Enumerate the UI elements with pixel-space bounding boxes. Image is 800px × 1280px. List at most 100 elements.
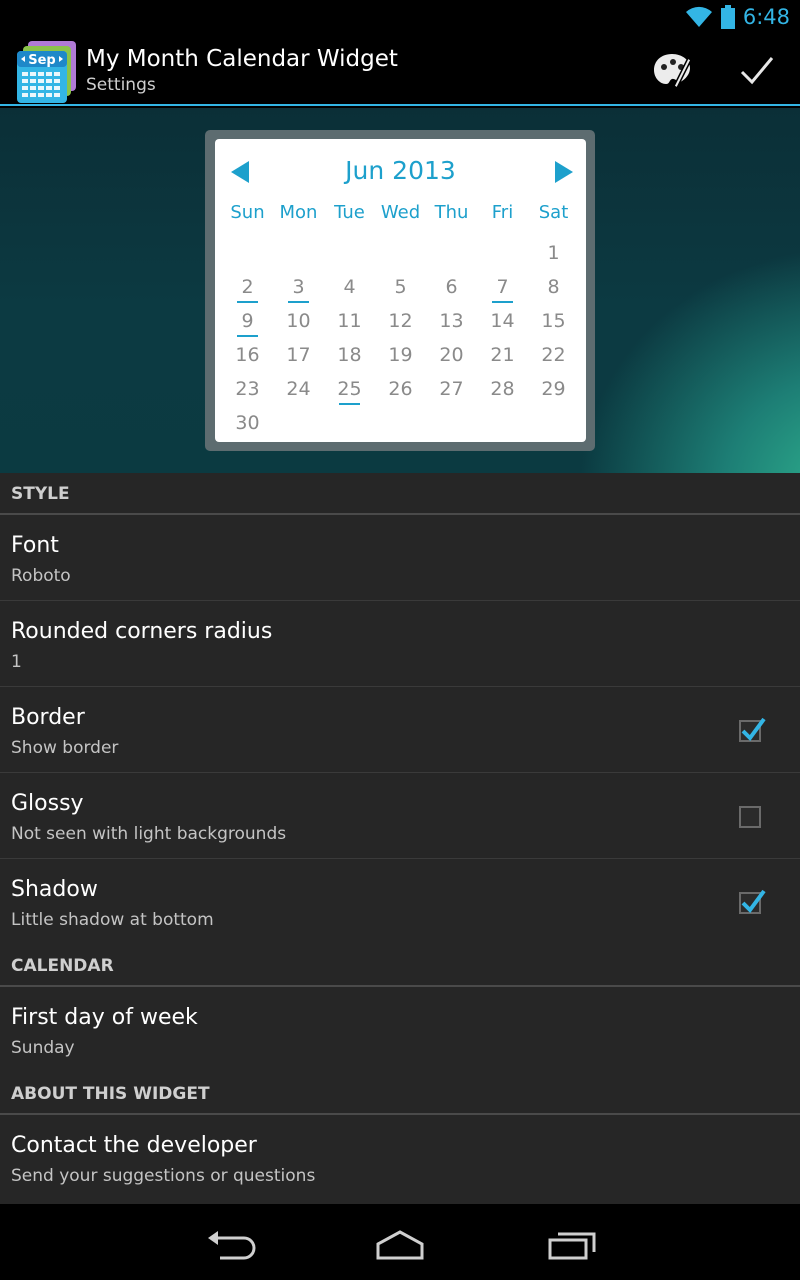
navigation-bar bbox=[0, 1204, 800, 1280]
day-number: 5 bbox=[394, 276, 407, 298]
pref-summary: Send your suggestions or questions bbox=[11, 1166, 316, 1186]
app-calendar-icon[interactable]: Sep bbox=[14, 38, 80, 104]
weekday-label: Wed bbox=[380, 202, 421, 223]
pref-title: First day of week bbox=[11, 1005, 198, 1030]
status-time: 6:48 bbox=[742, 5, 790, 29]
theme-icon[interactable] bbox=[648, 48, 696, 94]
calendar-day: 30 bbox=[222, 406, 273, 440]
calendar-day: 27 bbox=[426, 372, 477, 406]
section-header-style: STYLE bbox=[0, 473, 800, 515]
wifi-icon bbox=[685, 6, 712, 27]
calendar-day: 22 bbox=[528, 338, 579, 372]
weekday-label: Sat bbox=[538, 202, 569, 223]
calendar-day: 6 bbox=[426, 270, 477, 304]
calendar-empty-cell bbox=[375, 236, 426, 270]
section-header-calendar: CALENDAR bbox=[0, 945, 800, 987]
pref-font[interactable]: Font Roboto bbox=[0, 515, 800, 601]
next-month-icon[interactable] bbox=[553, 161, 573, 183]
calendar-day: 23 bbox=[222, 372, 273, 406]
calendar-day: 1 bbox=[528, 236, 579, 270]
calendar-day: 3 bbox=[273, 270, 324, 304]
pref-title: Contact the developer bbox=[11, 1133, 257, 1158]
app-subtitle: Settings bbox=[86, 75, 156, 95]
calendar-day: 9 bbox=[222, 304, 273, 338]
settings-list: STYLE Font Roboto Rounded corners radius… bbox=[0, 473, 800, 1204]
calendar-day: 25 bbox=[324, 372, 375, 406]
day-number: 13 bbox=[439, 310, 464, 332]
calendar-day: 19 bbox=[375, 338, 426, 372]
calendar-empty-cell bbox=[273, 406, 324, 440]
calendar-day: 17 bbox=[273, 338, 324, 372]
app-icon-label: Sep bbox=[28, 53, 56, 68]
calendar-day: 5 bbox=[375, 270, 426, 304]
pref-summary: Sunday bbox=[11, 1038, 75, 1058]
day-number: 10 bbox=[286, 310, 311, 332]
back-icon[interactable] bbox=[200, 1226, 260, 1262]
day-number: 16 bbox=[235, 344, 260, 366]
calendar-day: 15 bbox=[528, 304, 579, 338]
checkmark-icon bbox=[741, 717, 766, 742]
checkmark-icon bbox=[741, 889, 766, 914]
pref-glossy[interactable]: Glossy Not seen with light backgrounds bbox=[0, 773, 800, 859]
day-number: 17 bbox=[286, 344, 311, 366]
event-indicator bbox=[492, 301, 513, 303]
pref-shadow[interactable]: Shadow Little shadow at bottom bbox=[0, 859, 800, 945]
calendar-empty-cell bbox=[324, 406, 375, 440]
day-number: 2 bbox=[241, 276, 254, 298]
status-bar: 6:48 bbox=[0, 0, 800, 34]
weekday-label: Thu bbox=[434, 202, 469, 223]
calendar-day: 2 bbox=[222, 270, 273, 304]
pref-summary: 1 bbox=[11, 652, 22, 672]
widget-preview: Jun 2013 Sun Mon Tue Wed Thu Fri Sat 123… bbox=[0, 108, 800, 473]
pref-title: Rounded corners radius bbox=[11, 619, 273, 644]
day-number: 23 bbox=[235, 378, 260, 400]
day-number: 11 bbox=[337, 310, 362, 332]
calendar-empty-cell bbox=[426, 236, 477, 270]
pref-title: Shadow bbox=[11, 877, 98, 902]
pref-border[interactable]: Border Show border bbox=[0, 687, 800, 773]
day-number: 24 bbox=[286, 378, 311, 400]
home-icon[interactable] bbox=[370, 1226, 430, 1262]
day-number: 21 bbox=[490, 344, 515, 366]
pref-title: Glossy bbox=[11, 791, 84, 816]
border-checkbox[interactable] bbox=[739, 717, 766, 742]
pref-contact-developer[interactable]: Contact the developer Send your suggesti… bbox=[0, 1115, 800, 1201]
day-number: 9 bbox=[241, 310, 254, 332]
pref-summary: Not seen with light backgrounds bbox=[11, 824, 287, 844]
calendar-empty-cell bbox=[426, 406, 477, 440]
pref-summary: Show border bbox=[11, 738, 119, 758]
calendar-day: 14 bbox=[477, 304, 528, 338]
day-number: 22 bbox=[541, 344, 566, 366]
event-indicator bbox=[237, 335, 258, 337]
calendar-empty-cell bbox=[477, 236, 528, 270]
day-number: 30 bbox=[235, 412, 260, 434]
pref-rounded-corners[interactable]: Rounded corners radius 1 bbox=[0, 601, 800, 687]
calendar-day: 29 bbox=[528, 372, 579, 406]
app-title: My Month Calendar Widget bbox=[86, 46, 398, 72]
calendar-day: 28 bbox=[477, 372, 528, 406]
calendar-empty-cell bbox=[324, 236, 375, 270]
day-number: 18 bbox=[337, 344, 362, 366]
calendar-day: 7 bbox=[477, 270, 528, 304]
calendar-empty-cell bbox=[222, 236, 273, 270]
event-indicator bbox=[237, 301, 258, 303]
check-icon[interactable] bbox=[734, 48, 780, 94]
calendar-day: 12 bbox=[375, 304, 426, 338]
glossy-checkbox[interactable] bbox=[739, 806, 761, 828]
pref-first-day-of-week[interactable]: First day of week Sunday bbox=[0, 987, 800, 1073]
calendar-day: 13 bbox=[426, 304, 477, 338]
day-number: 6 bbox=[445, 276, 458, 298]
status-icons: 6:48 bbox=[685, 4, 790, 30]
day-number: 15 bbox=[541, 310, 566, 332]
weekday-label: Tue bbox=[334, 202, 365, 223]
calendar-day: 4 bbox=[324, 270, 375, 304]
day-number: 29 bbox=[541, 378, 566, 400]
calendar-empty-cell bbox=[477, 406, 528, 440]
shadow-checkbox[interactable] bbox=[739, 889, 766, 914]
event-indicator bbox=[288, 301, 309, 303]
calendar-day: 26 bbox=[375, 372, 426, 406]
recents-icon[interactable] bbox=[542, 1226, 602, 1262]
title-block: My Month Calendar Widget Settings bbox=[86, 45, 398, 97]
action-bar: Sep My Month Calendar Widget Settings bbox=[0, 34, 800, 106]
day-number: 14 bbox=[490, 310, 515, 332]
